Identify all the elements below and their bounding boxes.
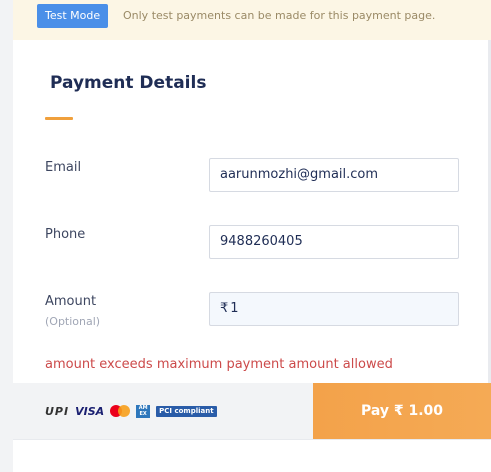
amount-label: Amount — [45, 294, 97, 309]
payment-methods-logos: UPI VISA AM EX PCI compliant — [45, 403, 217, 419]
amount-field[interactable]: ₹1 — [209, 292, 459, 326]
rupee-icon: ₹ — [220, 301, 229, 316]
amount-optional-label: (Optional) — [45, 315, 101, 328]
page-title: Payment Details — [50, 73, 207, 93]
email-label: Email — [45, 160, 82, 175]
mastercard-icon — [110, 405, 131, 417]
test-mode-message: Only test payments can be made for this … — [123, 9, 436, 22]
payment-footer: UPI VISA AM EX PCI compliant Pay ₹ 1.00 — [13, 383, 491, 439]
phone-field[interactable]: 9488260405 — [209, 225, 459, 259]
test-mode-banner: Test Mode Only test payments can be made… — [13, 0, 491, 40]
email-field[interactable]: aarunmozhi@gmail.com — [209, 158, 459, 192]
upi-icon: UPI — [45, 404, 70, 418]
bottom-card — [13, 439, 491, 472]
phone-label: Phone — [45, 227, 86, 242]
amount-value: 1 — [230, 301, 239, 316]
visa-icon: VISA — [75, 404, 105, 418]
pay-button[interactable]: Pay ₹ 1.00 — [313, 383, 491, 439]
amex-icon: AM EX — [136, 404, 151, 418]
payment-details-card: Payment Details Email aarunmozhi@gmail.c… — [13, 40, 491, 383]
title-underline — [45, 117, 73, 120]
test-mode-badge: Test Mode — [37, 4, 109, 28]
amount-error-message: amount exceeds maximum payment amount al… — [45, 357, 393, 372]
pci-compliant-icon: PCI compliant — [156, 405, 217, 417]
